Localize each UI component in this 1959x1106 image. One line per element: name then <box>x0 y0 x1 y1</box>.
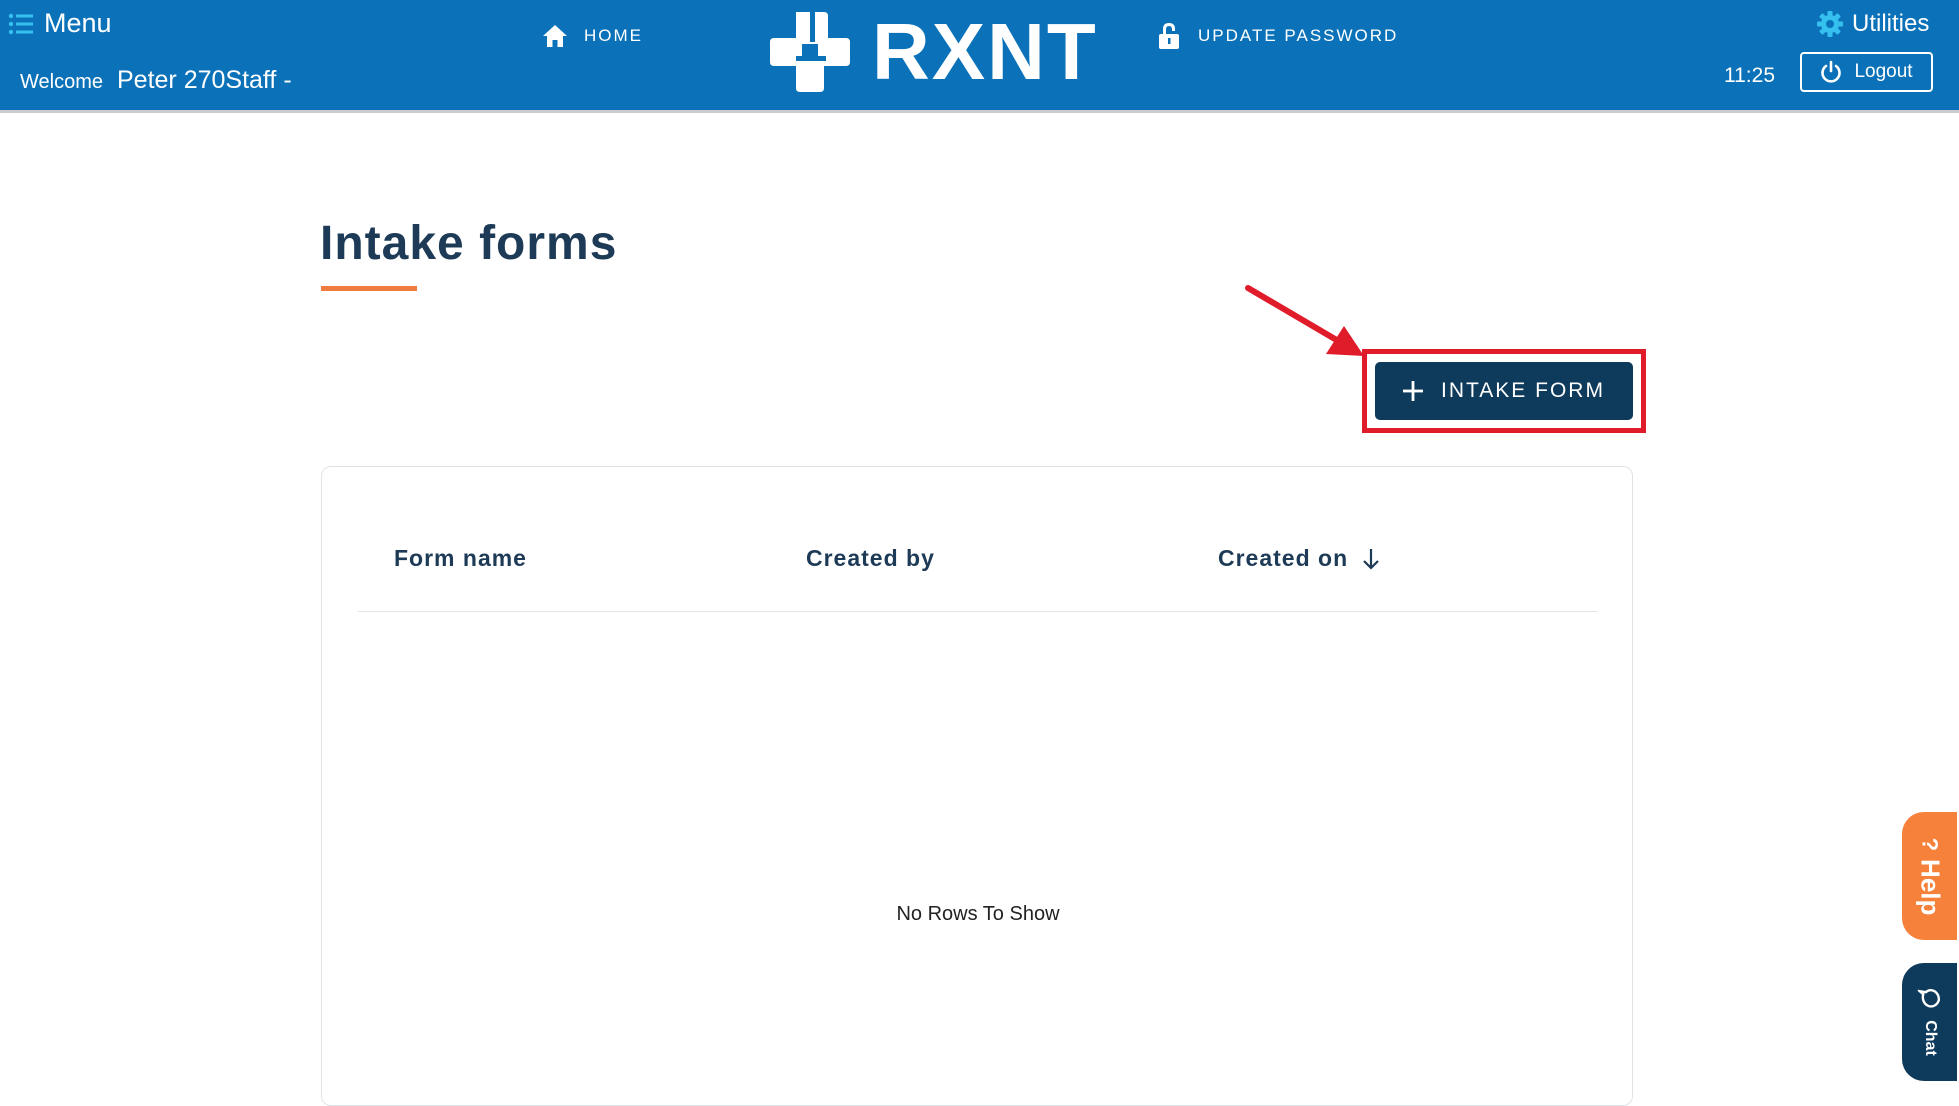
chat-label: Chat <box>1921 1020 1939 1056</box>
empty-table-message: No Rows To Show <box>896 903 1060 925</box>
column-header-label: Created by <box>806 545 935 571</box>
top-navigation-bar: Menu Welcome Peter 270Staff - HOME RXNT … <box>0 0 1959 113</box>
nav-update-password-label: UPDATE PASSWORD <box>1198 26 1399 45</box>
nav-home-link[interactable]: HOME <box>542 24 643 48</box>
session-clock: 11:25 <box>1724 64 1775 87</box>
column-header-created-on[interactable]: Created on <box>1218 545 1380 572</box>
add-intake-form-label: INTAKE FORM <box>1441 379 1605 402</box>
chat-side-tab[interactable]: Chat <box>1902 963 1957 1081</box>
menu-label: Menu <box>44 8 112 38</box>
nav-home-label: HOME <box>584 26 643 45</box>
page-title: Intake forms <box>320 217 618 270</box>
utilities-menu[interactable]: Utilities <box>1816 10 1929 38</box>
title-underline <box>321 286 417 291</box>
logo-text: RXNT <box>872 7 1098 96</box>
add-intake-form-button[interactable]: INTAKE FORM <box>1375 362 1633 420</box>
rxnt-logo: RXNT <box>766 8 1098 96</box>
gear-icon <box>1817 11 1843 37</box>
logout-label: Logout <box>1854 61 1913 82</box>
cross-logo-icon <box>770 12 850 92</box>
column-header-created-by[interactable]: Created by <box>806 545 935 572</box>
chat-bubble-icon <box>1917 989 1940 1008</box>
user-name: Peter 270Staff - <box>117 66 292 94</box>
help-question-icon: ? <box>1917 837 1943 851</box>
column-header-label: Created on <box>1218 545 1349 571</box>
welcome-message: Welcome Peter 270Staff - <box>20 66 292 95</box>
column-header-label: Form name <box>394 545 527 571</box>
nav-update-password-link[interactable]: UPDATE PASSWORD <box>1158 22 1398 50</box>
help-side-tab[interactable]: ? Help <box>1902 812 1957 940</box>
logout-button[interactable]: Logout <box>1800 52 1933 92</box>
list-icon <box>8 13 33 34</box>
home-icon <box>543 25 567 47</box>
utilities-label: Utilities <box>1852 10 1930 37</box>
intake-forms-table: Form name Created by Created on No Rows … <box>321 466 1633 1106</box>
table-header-row: Form name Created by Created on <box>358 467 1598 612</box>
column-header-form-name[interactable]: Form name <box>394 545 527 572</box>
lock-icon <box>1159 23 1179 49</box>
welcome-label: Welcome <box>20 71 103 93</box>
annotation-arrow-icon <box>1245 285 1364 356</box>
arrow-down-icon <box>1363 548 1379 570</box>
power-icon <box>1821 60 1842 83</box>
menu-button[interactable]: Menu <box>8 8 112 39</box>
plus-icon <box>1403 381 1424 401</box>
help-label: Help <box>1915 858 1946 915</box>
